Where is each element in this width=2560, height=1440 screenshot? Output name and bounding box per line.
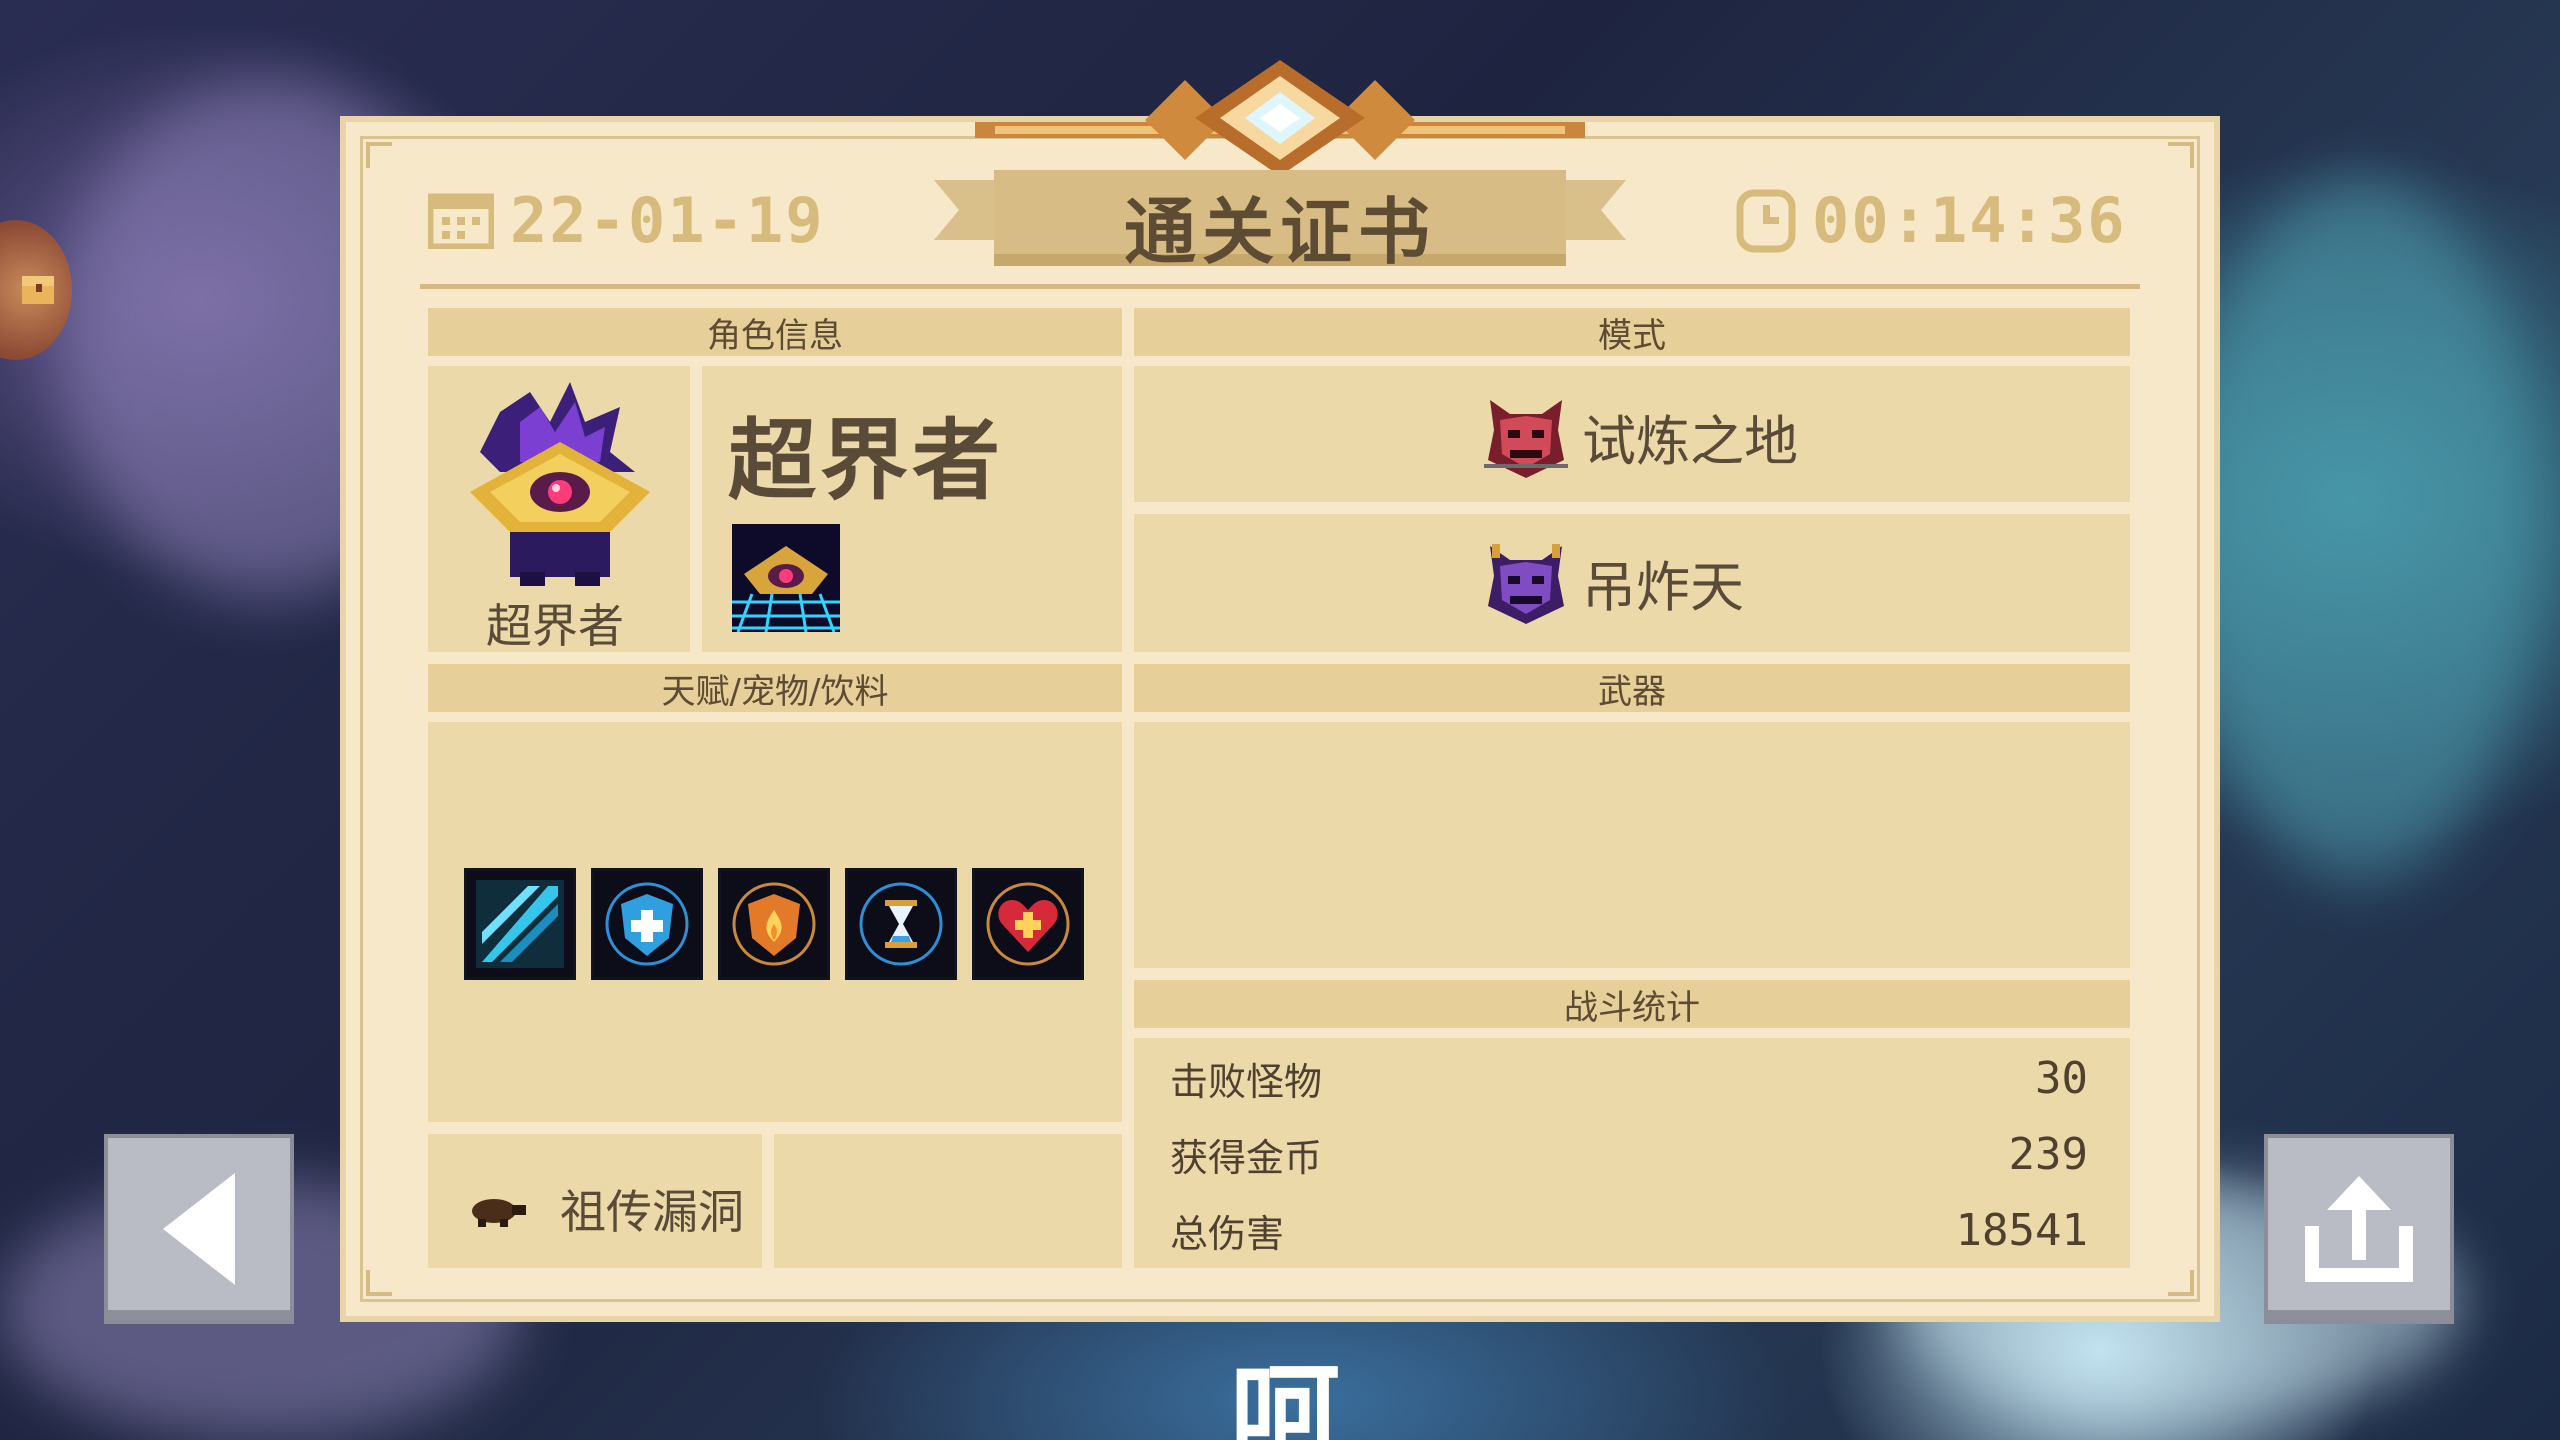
shield-plus-icon[interactable] bbox=[591, 868, 703, 980]
character-sprite-icon bbox=[470, 382, 650, 586]
heart-plus-icon[interactable] bbox=[972, 868, 1084, 980]
corner-ornament bbox=[2168, 142, 2194, 168]
turtle-icon bbox=[472, 1199, 526, 1227]
section-title: 模式 bbox=[1598, 315, 1666, 356]
stat-value: 239 bbox=[2008, 1128, 2088, 1180]
section-weapons: 武器 bbox=[1134, 664, 2130, 712]
time-display: 00:14:36 bbox=[1736, 180, 2127, 260]
stat-row-gold: 获得金币 239 bbox=[1170, 1124, 2088, 1184]
section-battle-stats: 战斗统计 bbox=[1134, 980, 2130, 1028]
pet-label: 祖传漏洞 bbox=[560, 1185, 744, 1239]
stat-row-kills: 击败怪物 30 bbox=[1170, 1048, 2088, 1108]
calendar-icon bbox=[428, 193, 494, 249]
share-button[interactable] bbox=[2264, 1134, 2454, 1324]
fire-shield-icon[interactable] bbox=[718, 868, 830, 980]
stat-value: 30 bbox=[2035, 1052, 2088, 1104]
pet-row: 祖传漏洞 bbox=[466, 1176, 744, 1242]
back-arrow-icon bbox=[163, 1173, 235, 1285]
header-divider bbox=[420, 284, 2140, 289]
talent-item-row bbox=[464, 868, 1084, 980]
time-text: 00:14:36 bbox=[1812, 183, 2127, 257]
crowned-eye-icon bbox=[732, 524, 840, 632]
certificate-title: 通关证书 bbox=[1123, 189, 1436, 274]
hourglass-icon[interactable] bbox=[845, 868, 957, 980]
share-icon bbox=[2305, 1176, 2413, 1282]
purple-demon-icon bbox=[1488, 544, 1564, 624]
stat-label: 获得金币 bbox=[1170, 1135, 1323, 1180]
demon-mask-icon bbox=[1484, 400, 1568, 478]
section-talents: 天赋/宠物/饮料 bbox=[428, 664, 1122, 712]
blue-blade-icon[interactable] bbox=[464, 868, 576, 980]
stat-label: 总伤害 bbox=[1170, 1211, 1285, 1256]
mode-label-2: 吊炸天 bbox=[1582, 555, 1744, 619]
clock-icon bbox=[1736, 189, 1796, 253]
crest-ornament-icon bbox=[975, 60, 1585, 176]
character-name: 超界者 bbox=[728, 409, 1005, 512]
mode-row-2: 吊炸天 bbox=[1480, 536, 1744, 628]
bg-nebula-right bbox=[2180, 180, 2540, 880]
section-mode: 模式 bbox=[1134, 308, 2130, 356]
section-title: 角色信息 bbox=[707, 315, 843, 356]
section-title: 武器 bbox=[1598, 671, 1666, 712]
date-text: 22-01-19 bbox=[510, 183, 825, 257]
corner-ornament bbox=[366, 1270, 392, 1296]
back-button[interactable] bbox=[104, 1134, 294, 1324]
section-title: 战斗统计 bbox=[1564, 987, 1700, 1028]
section-title: 天赋/宠物/饮料 bbox=[661, 671, 889, 712]
mode-row-1: 试炼之地 bbox=[1480, 390, 1798, 482]
subtitle-text: 呵 bbox=[1230, 1351, 1340, 1440]
stat-row-damage: 总伤害 18541 bbox=[1170, 1200, 2088, 1260]
stat-value: 18541 bbox=[1955, 1204, 2088, 1256]
character-portrait-label: 超界者 bbox=[486, 599, 624, 653]
pet-extra-panel bbox=[774, 1134, 1122, 1268]
corner-ornament bbox=[2168, 1270, 2194, 1296]
mode-label-1: 试炼之地 bbox=[1582, 409, 1798, 473]
date-display: 22-01-19 bbox=[428, 180, 825, 260]
stat-label: 击败怪物 bbox=[1170, 1059, 1323, 1104]
section-character-info: 角色信息 bbox=[428, 308, 1122, 356]
weapons-panel bbox=[1134, 722, 2130, 968]
corner-ornament bbox=[366, 142, 392, 168]
